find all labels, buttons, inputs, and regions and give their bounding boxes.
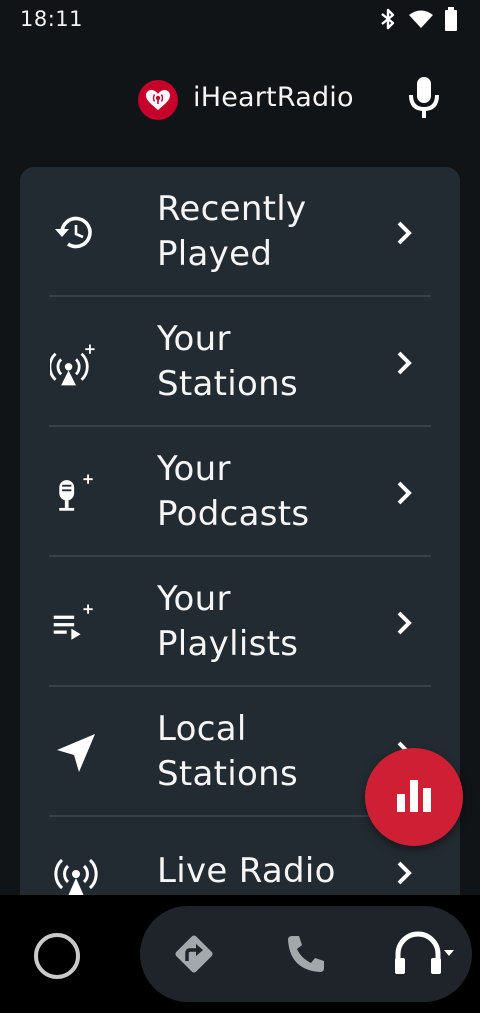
- home-circle-icon[interactable]: [34, 933, 80, 979]
- voice-search-button[interactable]: [404, 76, 444, 124]
- app-dock: [140, 906, 472, 1002]
- chevron-right-icon: [388, 477, 420, 509]
- radio-station-add-icon: [50, 338, 102, 390]
- chevron-right-icon: [388, 217, 420, 249]
- status-bar: 18:11: [0, 0, 480, 38]
- navigation-arrow-icon: [50, 727, 102, 779]
- menu-label: Local Stations: [157, 707, 377, 797]
- menu-item-your-playlists[interactable]: Your Playlists: [20, 557, 460, 687]
- history-icon: [50, 207, 102, 259]
- now-playing-button[interactable]: [365, 748, 463, 846]
- menu-label-line1: Your: [157, 579, 231, 619]
- status-icons: [378, 7, 458, 31]
- menu-label: Your Stations: [157, 317, 377, 407]
- bottom-navigation-bar: [0, 895, 480, 1013]
- menu-label-line2: Podcasts: [157, 494, 310, 534]
- podcast-mic-add-icon: [50, 468, 102, 520]
- menu-label: Your Playlists: [157, 577, 377, 667]
- menu-label-line2: Stations: [157, 364, 298, 404]
- battery-icon: [444, 7, 458, 31]
- menu-label-line2: Playlists: [157, 624, 299, 664]
- playlist-add-icon: [50, 598, 102, 650]
- equalizer-icon: [395, 778, 433, 816]
- navigation-icon[interactable]: [170, 930, 218, 978]
- menu-label-line1: Your: [157, 319, 231, 359]
- chevron-right-icon: [388, 607, 420, 639]
- live-radio-icon: [50, 849, 102, 901]
- chevron-right-icon: [388, 347, 420, 379]
- chevron-right-icon: [388, 857, 420, 889]
- phone-icon[interactable]: [282, 930, 330, 978]
- status-time: 18:11: [20, 7, 84, 31]
- menu-label: Recently Played: [157, 187, 377, 277]
- microphone-icon: [406, 75, 442, 125]
- menu-label-line1: Recently: [157, 189, 307, 229]
- app-title: iHeartRadio: [193, 82, 354, 113]
- iheartradio-logo-icon: [138, 80, 178, 120]
- wifi-icon: [408, 9, 434, 29]
- bluetooth-icon: [378, 8, 398, 30]
- menu-item-your-stations[interactable]: Your Stations: [20, 297, 460, 427]
- menu-label-line2: Stations: [157, 754, 298, 794]
- menu-item-your-podcasts[interactable]: Your Podcasts: [20, 427, 460, 557]
- menu-label-line2: Played: [157, 234, 273, 274]
- menu-label-line1: Local: [157, 709, 247, 749]
- app-header: iHeartRadio: [0, 74, 480, 126]
- menu-item-recently-played[interactable]: Recently Played: [20, 167, 460, 297]
- headphones-icon[interactable]: [392, 930, 456, 978]
- menu-label: Live Radio: [157, 849, 377, 894]
- menu-label-line1: Live Radio: [157, 851, 336, 891]
- menu-label-line1: Your: [157, 449, 231, 489]
- menu-label: Your Podcasts: [157, 447, 377, 537]
